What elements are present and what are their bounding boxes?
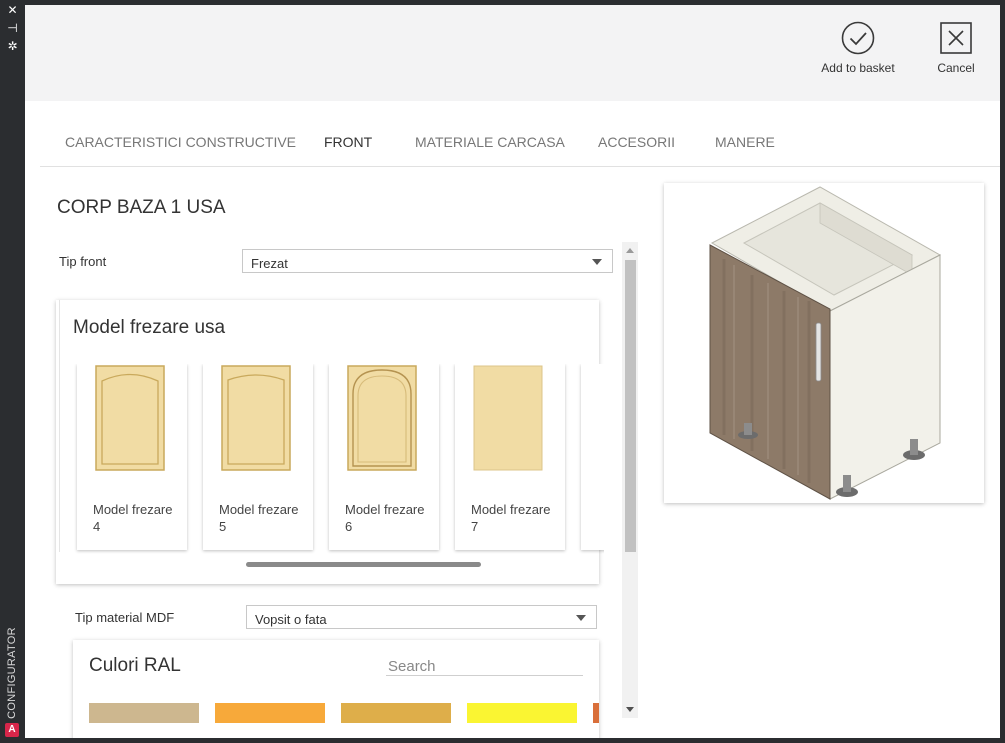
model-card-6[interactable]: Model frezare 6 [329,364,439,550]
close-box-icon [939,21,973,55]
close-icon[interactable]: ✕ [6,4,19,17]
settings-icon[interactable]: ✲ [6,40,19,53]
model-label-6: Model frezare 6 [345,502,425,534]
configurator-rail-label: CONFIGURATOR [6,627,18,719]
front-type-select[interactable]: Frezat [242,249,613,273]
ral-search-input[interactable]: Search [386,658,583,676]
form-panel: CORP BAZA 1 USA Tip front Frezat Model f… [40,167,640,738]
add-to-basket-label: Add to basket [821,61,895,75]
add-to-basket-button[interactable]: Add to basket [813,21,903,75]
ral-swatch-3[interactable] [341,703,451,723]
model-card-4[interactable]: Model frezare 4 [77,364,187,550]
door-model-card: Model frezare usa Model frezare 4 Model … [56,300,604,584]
tab-materiale-carcasa[interactable]: MATERIALE CARCASA [415,134,565,150]
side-rail: ✕ ⊣ ✲ CONFIGURATOR A [0,0,25,743]
tab-accesorii[interactable]: ACCESORII [598,134,675,150]
flat-door-icon [473,365,543,471]
checkmark-circle-icon [841,21,875,55]
model-label-4: Model frezare 4 [93,502,173,534]
arched-panel-door-icon [95,365,165,471]
tab-front[interactable]: FRONT [324,134,372,150]
cabinet-preview [664,183,984,503]
ral-swatch-2[interactable] [215,703,325,723]
tab-manere[interactable]: MANERE [715,134,775,150]
model-card-partial[interactable] [581,364,604,550]
scroll-up-arrow-icon[interactable] [626,248,634,253]
horizontal-scrollbar[interactable] [246,562,481,567]
model-card-7[interactable]: Model frezare 7 [455,364,565,550]
model-label-5: Model frezare 5 [219,502,299,534]
door-model-title: Model frezare usa [73,317,226,338]
arched-raised-panel-door-icon [347,365,417,471]
page-title: CORP BAZA 1 USA [57,197,226,218]
cancel-label: Cancel [937,61,975,75]
ral-colors-title: Culori RAL [89,655,181,676]
tab-caracteristici-constructive[interactable]: CARACTERISTICI CONSTRUCTIVE [65,134,296,150]
vertical-scrollbar[interactable] [622,242,638,718]
ral-colors-card: Culori RAL Search [73,640,599,738]
mdf-type-label: Tip material MDF [75,610,175,625]
tab-bar: CARACTERISTICI CONSTRUCTIVE FRONT MATERI… [40,101,1000,167]
front-type-label: Tip front [59,254,107,269]
mdf-type-select[interactable]: Vopsit o fata [246,605,597,629]
configurator-window: Add to basket Cancel CARACTERISTICI CONS… [25,5,1000,738]
scrollbar-thumb[interactable] [625,260,636,552]
scroll-down-arrow-icon[interactable] [626,707,634,712]
model-card-5[interactable]: Model frezare 5 [203,364,313,550]
mdf-type-value: Vopsit o fata [255,612,327,627]
strip-left-edge [56,300,60,552]
chevron-down-icon [592,259,602,265]
toolbar: Add to basket Cancel [25,5,1000,101]
arched-panel-door-icon [221,365,291,471]
app-logo: A [5,723,19,737]
ral-swatch-1[interactable] [89,703,199,723]
pin-icon[interactable]: ⊣ [6,22,19,35]
ral-swatch-4[interactable] [467,703,577,723]
chevron-down-icon [576,615,586,621]
ral-swatch-5[interactable] [593,703,599,723]
door-model-strip[interactable]: Model frezare 4 Model frezare 5 Model fr… [74,364,604,554]
cancel-button[interactable]: Cancel [911,21,1000,75]
model-label-7: Model frezare 7 [471,502,551,534]
front-type-value: Frezat [251,256,288,271]
base-cabinet-3d-icon [709,186,942,500]
